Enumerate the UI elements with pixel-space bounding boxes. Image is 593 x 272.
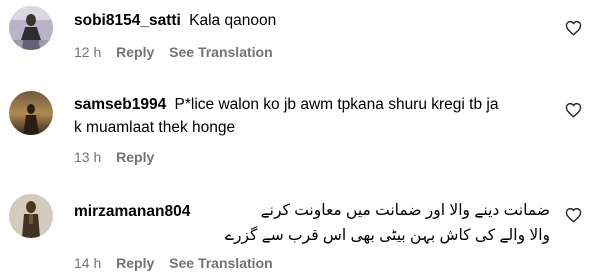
heart-outline-icon[interactable] <box>565 102 582 118</box>
user-avatar[interactable] <box>9 6 53 50</box>
heart-outline-icon[interactable] <box>565 207 582 223</box>
comment-username[interactable]: mirzamanan804 <box>74 203 190 220</box>
comment-text-line: ضمانت دینے والا اور ضمانت میں معاونت کرن… <box>260 202 550 219</box>
comment-text: Kala qanoon <box>189 12 277 29</box>
comment-item: sobi8154_satti Kala qanoon 12 h Reply Se… <box>0 0 593 85</box>
comment-username[interactable]: sobi8154_satti <box>74 12 181 29</box>
comment-text: P*lice walon ko jb awm tpkana shuru kreg… <box>174 96 499 113</box>
comment-meta: 13 h Reply <box>74 149 165 165</box>
comment-text-line: k muamlaat thek honge <box>74 119 236 136</box>
comment-text-line: والا والے کی کاش بہن بیٹی بھی اس قرب سے … <box>224 227 550 244</box>
comment-time: 14 h <box>74 255 102 271</box>
heart-outline-icon[interactable] <box>565 20 582 36</box>
reply-button[interactable]: Reply <box>116 255 154 271</box>
reply-button[interactable]: Reply <box>116 44 154 60</box>
comment-text-line: samseb1994 P*lice walon ko jb awm tpkana… <box>74 95 498 115</box>
comment-time: 12 h <box>74 44 102 60</box>
comment-item: samseb1994 P*lice walon ko jb awm tpkana… <box>0 85 593 180</box>
see-translation-button[interactable]: See Translation <box>169 255 272 271</box>
see-translation-button[interactable]: See Translation <box>169 44 272 60</box>
comment-username[interactable]: samseb1994 <box>74 96 166 113</box>
comment-text-line: sobi8154_satti Kala qanoon <box>74 11 276 31</box>
reply-button[interactable]: Reply <box>116 149 154 165</box>
user-avatar[interactable] <box>9 194 53 238</box>
comment-meta: 14 h Reply See Translation <box>74 255 284 271</box>
comment-text-line: mirzamanan804 <box>74 202 194 222</box>
comment-time: 13 h <box>74 149 102 165</box>
comment-item: mirzamanan804 ضمانت دینے والا اور ضمانت … <box>0 180 593 272</box>
user-avatar[interactable] <box>9 91 53 135</box>
comment-meta: 12 h Reply See Translation <box>74 44 284 60</box>
